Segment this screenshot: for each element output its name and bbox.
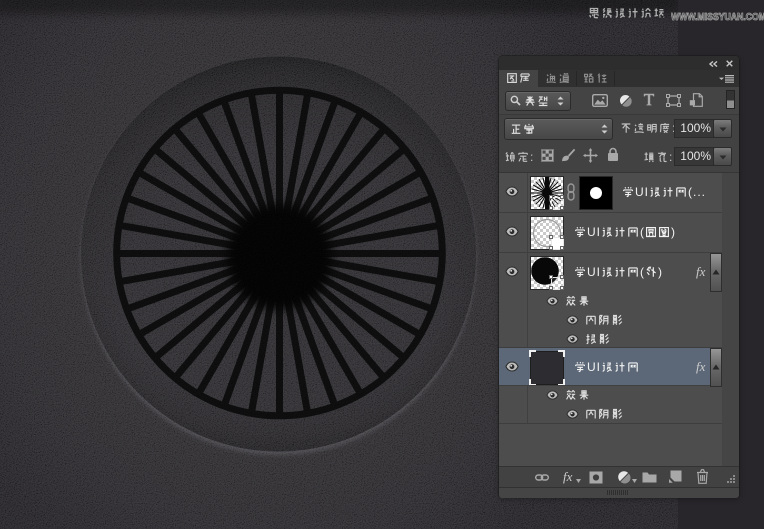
svg-text:WWW.MISSYUAN.COM: WWW.MISSYUAN.COM [671, 12, 764, 23]
